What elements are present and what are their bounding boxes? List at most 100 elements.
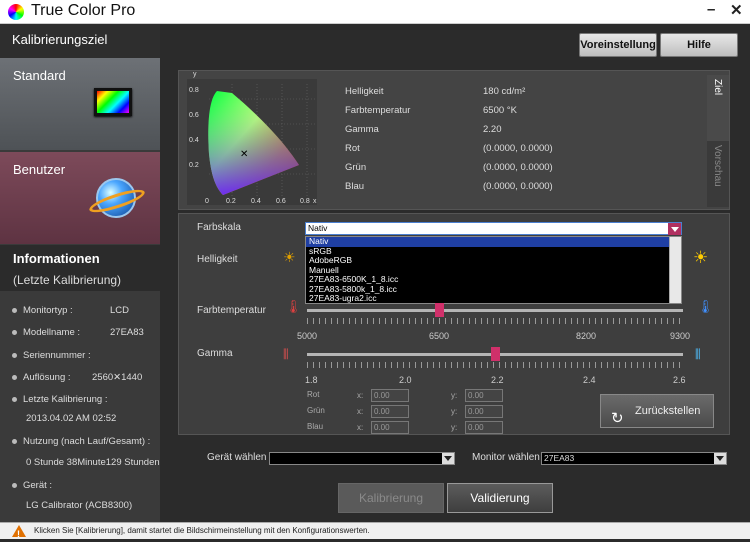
chevron-down-icon[interactable] [668, 223, 681, 235]
temp-tick-label: 5000 [297, 331, 318, 341]
tab-preview[interactable]: Vorschau [707, 141, 729, 207]
info-label: Nutzung (nach Lauf/Gesamt) : [23, 436, 151, 447]
cie-y-tick: 0.2 [189, 162, 199, 169]
tab-target[interactable]: Ziel [707, 75, 729, 141]
green-y-input[interactable]: 0.00 [465, 405, 503, 418]
info-label: Monitortyp : [23, 305, 73, 316]
gamut-label: Farbskala [197, 222, 241, 233]
monitor-select[interactable]: 27EA83 [541, 452, 727, 465]
device-select[interactable] [269, 452, 455, 465]
temp-tick-label: 9300 [670, 331, 691, 341]
info-item-serial: Seriennummer : [12, 350, 91, 361]
reset-button-label: Zurückstellen [635, 405, 701, 417]
target-value: 2.20 [483, 124, 502, 135]
svg-text:✕: ✕ [240, 149, 248, 160]
red-y-input[interactable]: 0.00 [465, 389, 503, 402]
target-value: 6500 °K [483, 105, 517, 116]
info-value: LG Calibrator (ACB8300) [26, 500, 133, 511]
mode-user[interactable]: Benutzer [0, 152, 160, 244]
target-value: (0.0000, 0.0000) [483, 162, 553, 173]
cie-y-tick: 0.8 [189, 87, 199, 94]
target-value: (0.0000, 0.0000) [483, 143, 553, 154]
manual-label-red: Rot [307, 390, 320, 399]
close-button[interactable]: ✕ [730, 1, 743, 19]
color-temperature-ticks [307, 318, 683, 324]
target-label: Gamma [345, 124, 379, 135]
cie-y-axis-label: y [193, 71, 197, 78]
tab-target-label: Ziel [712, 79, 723, 96]
cie-chromaticity-diagram: ✕ [187, 79, 317, 205]
red-x-input[interactable]: 0.00 [371, 389, 409, 402]
dropdown-scrollbar[interactable] [669, 237, 681, 303]
info-value: 2560✕1440 [92, 372, 143, 383]
bullet-icon [12, 307, 17, 313]
x-label: x: [357, 391, 364, 400]
target-label: Farbtemperatur [345, 105, 411, 116]
info-label: Letzte Kalibrierung : [23, 394, 108, 405]
controls-panel: Farbskala Nativ Nativ sRGB AdobeRGB Manu… [178, 213, 730, 435]
info-list: Monitortyp : LCD Modellname : 27EA83 Ser… [0, 291, 160, 522]
info-value: LCD [110, 305, 130, 316]
status-bar: Klicken Sie [Kalibrierung], damit starte… [0, 522, 750, 542]
cie-x-tick: 0.6 [276, 198, 286, 205]
mode-standard[interactable]: Standard [0, 58, 160, 150]
gamma-tick-label: 2.6 [673, 375, 686, 385]
chevron-down-icon[interactable] [442, 453, 454, 464]
y-label: y: [451, 423, 458, 432]
blue-x-input[interactable]: 0.00 [371, 421, 409, 434]
thermometer-cool-icon: 🌡 [697, 299, 714, 314]
monitor-label: Monitor wählen [472, 452, 540, 463]
refresh-icon: ↻ [611, 410, 624, 427]
info-item-device: Gerät : [12, 480, 52, 491]
cie-x-tick: 0 [205, 198, 209, 205]
thermometer-warm-icon: 🌡 [285, 299, 302, 314]
cie-y-tick: 0.4 [189, 137, 199, 144]
minimize-button[interactable]: – [707, 1, 715, 18]
info-item-last-calibration: Letzte Kalibrierung : [12, 394, 108, 405]
cie-y-tick: 0.6 [189, 112, 199, 119]
chevron-down-icon[interactable] [714, 453, 726, 464]
x-label: x: [357, 407, 364, 416]
mode-user-label: Benutzer [13, 162, 66, 177]
target-label: Blau [345, 181, 365, 192]
tab-preview-label: Vorschau [712, 145, 723, 187]
sun-large-icon: ☀ [693, 248, 709, 267]
info-item-resolution: Auflösung : [12, 372, 71, 383]
color-temperature-label: Farbtemperatur [197, 305, 266, 316]
bullet-icon [12, 438, 17, 444]
device-label: Gerät wählen [207, 452, 267, 463]
gamma-tick-label: 2.4 [583, 375, 596, 385]
target-value: (0.0000, 0.0000) [483, 181, 553, 192]
gamut-options-list: Nativ sRGB AdobeRGB Manuell 27EA83-6500K… [305, 236, 682, 304]
info-value: 2013.04.02 AM 02:52 [26, 413, 117, 424]
blue-y-input[interactable]: 0.00 [465, 421, 503, 434]
help-button[interactable]: Hilfe [660, 33, 738, 57]
mode-standard-label: Standard [13, 68, 66, 83]
manual-label-blue: Blau [307, 422, 324, 431]
bullet-icon [12, 374, 17, 380]
target-value: 180 cd/m² [483, 86, 526, 97]
color-temperature-thumb[interactable] [435, 303, 444, 317]
info-item-monitortype: Monitortyp : [12, 305, 73, 316]
manual-label-green: Grün [307, 406, 325, 415]
gamma-label: Gamma [197, 348, 233, 359]
gamut-select[interactable]: Nativ [305, 222, 682, 235]
calibrate-button[interactable]: Kalibrierung [338, 483, 444, 513]
gamut-option[interactable]: sRGB [306, 246, 681, 257]
preset-button[interactable]: Voreinstellung [579, 33, 657, 57]
gamut-option[interactable]: 27EA83-ugra2.icc [306, 293, 681, 304]
gamma-tick-label: 2.0 [399, 375, 412, 385]
cie-x-tick: 0.2 [226, 198, 236, 205]
reset-button[interactable]: ↻ Zurückstellen [600, 394, 714, 428]
gamut-option[interactable]: AdobeRGB [306, 255, 681, 266]
temp-tick-label: 6500 [429, 331, 450, 341]
green-x-input[interactable]: 0.00 [371, 405, 409, 418]
gamut-option[interactable]: Nativ [306, 236, 681, 247]
gamma-thumb[interactable] [491, 347, 500, 361]
gamma-high-icon: ⫼ [695, 347, 701, 361]
color-temperature-slider[interactable] [307, 309, 683, 312]
validate-button[interactable]: Validierung [447, 483, 553, 513]
brightness-label: Helligkeit [197, 254, 238, 265]
bullet-icon [12, 329, 17, 335]
cie-x-axis-label: x [313, 198, 317, 205]
